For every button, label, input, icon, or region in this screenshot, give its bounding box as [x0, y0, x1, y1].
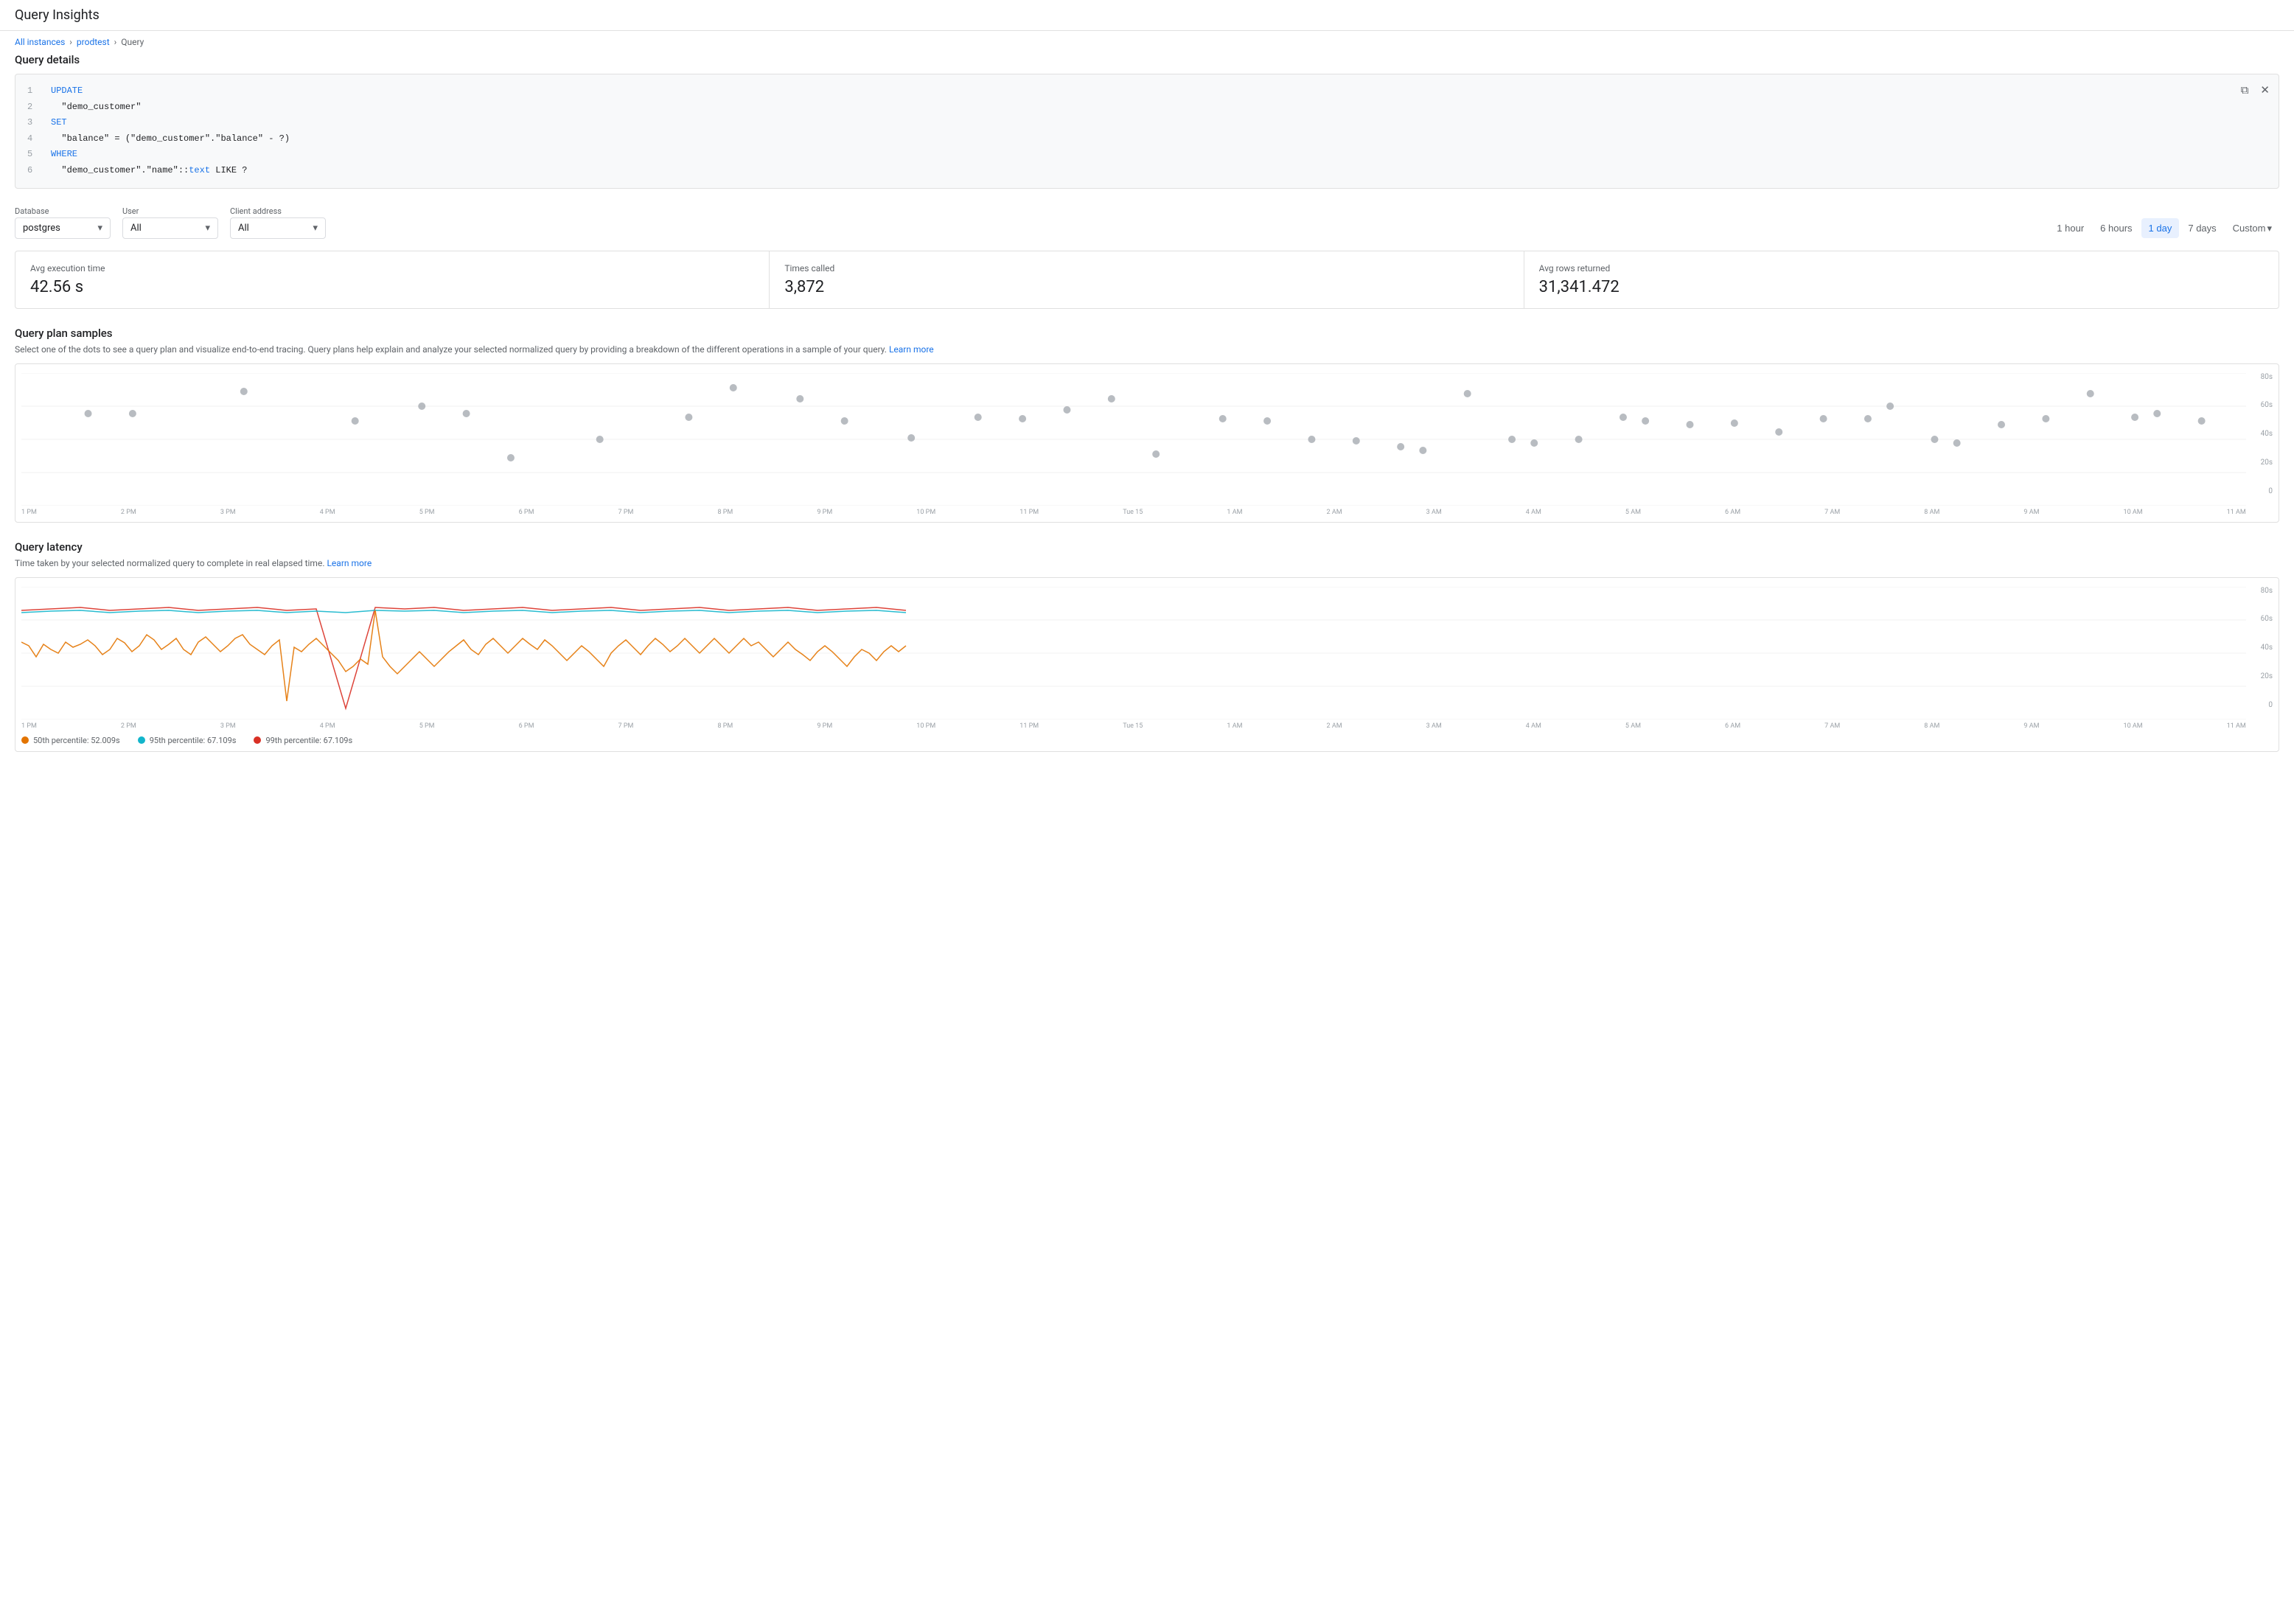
- breadcrumb-sep-2: ›: [114, 37, 117, 47]
- query-latency-title: Query latency: [15, 540, 2279, 554]
- breadcrumb-query: Query: [121, 37, 144, 47]
- user-select[interactable]: All ▾: [122, 217, 218, 239]
- query-plan-chart-container: 1 PM 2 PM 3 PM 4 PM 5 PM 6 PM 7 PM 8 PM …: [15, 363, 2279, 523]
- code-content-5: WHERE: [51, 147, 77, 163]
- close-code-button[interactable]: ✕: [2257, 80, 2273, 100]
- time-range-buttons: 1 hour 6 hours 1 day 7 days Custom ▾: [2049, 218, 2279, 239]
- legend-99th-dot: [254, 736, 261, 744]
- code-actions: ⧉ ✕: [2238, 80, 2273, 100]
- code-content-2: "demo_customer": [51, 100, 141, 116]
- latency-y-labels: 80s 60s 40s 20s 0: [2246, 587, 2273, 730]
- metric-avg-rows-value: 31,341.472: [1539, 278, 2264, 296]
- code-line-6: 6 "demo_customer"."name"::text LIKE ?: [27, 163, 2267, 179]
- legend-99th: 99th percentile: 67.109s: [254, 736, 352, 745]
- user-label: User: [122, 206, 218, 216]
- client-address-value: All: [238, 223, 249, 234]
- database-value: postgres: [23, 223, 60, 234]
- line-num-6: 6: [27, 163, 36, 179]
- query-details-section: Query details ⧉ ✕ 1 UPDATE 2 "demo_custo…: [15, 53, 2279, 189]
- code-content-4: "balance" = ("demo_customer"."balance" -…: [51, 131, 290, 147]
- database-label: Database: [15, 206, 111, 216]
- user-filter: User All ▾: [122, 206, 218, 239]
- legend-95th: 95th percentile: 67.109s: [138, 736, 237, 745]
- metrics-row: Avg execution time 42.56 s Times called …: [15, 251, 2279, 309]
- metric-times-called-value: 3,872: [784, 278, 1508, 296]
- legend-99th-label: 99th percentile: 67.109s: [265, 736, 352, 745]
- client-address-filter: Client address All ▾: [230, 206, 326, 239]
- latency-svg: [21, 587, 2246, 719]
- query-plan-section: Query plan samples Select one of the dot…: [15, 327, 2279, 523]
- database-filter: Database postgres ▾: [15, 206, 111, 239]
- metric-avg-rows: Avg rows returned 31,341.472: [1524, 251, 2279, 308]
- query-plan-learn-more[interactable]: Learn more: [889, 344, 934, 355]
- time-btn-1hour[interactable]: 1 hour: [2049, 218, 2091, 238]
- filters-row: Database postgres ▾ User All ▾ Client ad…: [15, 201, 2279, 251]
- app-header: Query Insights: [0, 0, 2294, 31]
- line-num-5: 5: [27, 147, 36, 163]
- line-num-1: 1: [27, 83, 36, 100]
- legend-50th-dot: [21, 736, 29, 744]
- line-num-3: 3: [27, 115, 36, 131]
- metric-avg-execution-label: Avg execution time: [30, 263, 754, 273]
- metric-times-called-label: Times called: [784, 263, 1508, 273]
- metric-avg-execution: Avg execution time 42.56 s: [15, 251, 770, 308]
- time-btn-1day[interactable]: 1 day: [2141, 218, 2180, 238]
- latency-chart-container: 1 PM 2 PM 3 PM 4 PM 5 PM 6 PM 7 PM 8 PM …: [15, 577, 2279, 752]
- time-btn-custom[interactable]: Custom ▾: [2225, 218, 2279, 239]
- code-line-3: 3 SET: [27, 115, 2267, 131]
- code-line-4: 4 "balance" = ("demo_customer"."balance"…: [27, 131, 2267, 147]
- copy-button[interactable]: ⧉: [2238, 80, 2252, 100]
- code-content-6: "demo_customer"."name"::text LIKE ?: [51, 163, 247, 179]
- code-line-1: 1 UPDATE: [27, 83, 2267, 100]
- client-address-select[interactable]: All ▾: [230, 217, 326, 239]
- scatter-y-labels: 80s 60s 40s 20s 0: [2246, 373, 2273, 516]
- code-line-2: 2 "demo_customer": [27, 100, 2267, 116]
- metric-avg-execution-value: 42.56 s: [30, 278, 754, 296]
- metric-avg-rows-label: Avg rows returned: [1539, 263, 2264, 273]
- custom-label: Custom: [2233, 223, 2266, 234]
- time-btn-6hours[interactable]: 6 hours: [2093, 218, 2139, 238]
- legend-50th: 50th percentile: 52.009s: [21, 736, 120, 745]
- query-latency-learn-more[interactable]: Learn more: [327, 558, 372, 568]
- database-chevron-icon: ▾: [97, 223, 102, 234]
- metric-times-called: Times called 3,872: [770, 251, 1524, 308]
- code-block: ⧉ ✕ 1 UPDATE 2 "demo_customer" 3 SET 4 "…: [15, 74, 2279, 189]
- legend-50th-label: 50th percentile: 52.009s: [33, 736, 120, 745]
- client-address-label: Client address: [230, 206, 326, 216]
- custom-chevron-icon: ▾: [2267, 223, 2272, 234]
- legend-95th-label: 95th percentile: 67.109s: [150, 736, 237, 745]
- breadcrumb: All instances › prodtest › Query: [0, 31, 2294, 53]
- scatter-svg: [21, 373, 2246, 506]
- app-title: Query Insights: [15, 7, 2279, 23]
- scatter-x-labels: 1 PM 2 PM 3 PM 4 PM 5 PM 6 PM 7 PM 8 PM …: [21, 506, 2246, 516]
- database-select[interactable]: postgres ▾: [15, 217, 111, 239]
- latency-chart-area: [21, 587, 2246, 719]
- user-value: All: [130, 223, 142, 234]
- breadcrumb-prodtest[interactable]: prodtest: [77, 37, 110, 47]
- code-content-3: SET: [51, 115, 67, 131]
- time-btn-7days[interactable]: 7 days: [2180, 218, 2223, 238]
- query-details-title: Query details: [15, 53, 2279, 66]
- query-latency-section: Query latency Time taken by your selecte…: [15, 540, 2279, 752]
- latency-legend: 50th percentile: 52.009s 95th percentile…: [21, 730, 2273, 745]
- scatter-plot-area: [21, 373, 2246, 506]
- latency-x-labels: 1 PM 2 PM 3 PM 4 PM 5 PM 6 PM 7 PM 8 PM …: [21, 719, 2246, 730]
- breadcrumb-sep-1: ›: [69, 37, 72, 47]
- breadcrumb-all-instances[interactable]: All instances: [15, 37, 65, 47]
- code-content-1: UPDATE: [51, 83, 83, 100]
- query-latency-description: Time taken by your selected normalized q…: [15, 558, 2279, 568]
- client-address-chevron-icon: ▾: [313, 223, 318, 234]
- query-plan-title: Query plan samples: [15, 327, 2279, 340]
- legend-95th-dot: [138, 736, 145, 744]
- user-chevron-icon: ▾: [205, 223, 210, 234]
- code-line-5: 5 WHERE: [27, 147, 2267, 163]
- line-num-4: 4: [27, 131, 36, 147]
- line-num-2: 2: [27, 100, 36, 116]
- query-plan-description: Select one of the dots to see a query pl…: [15, 344, 2279, 355]
